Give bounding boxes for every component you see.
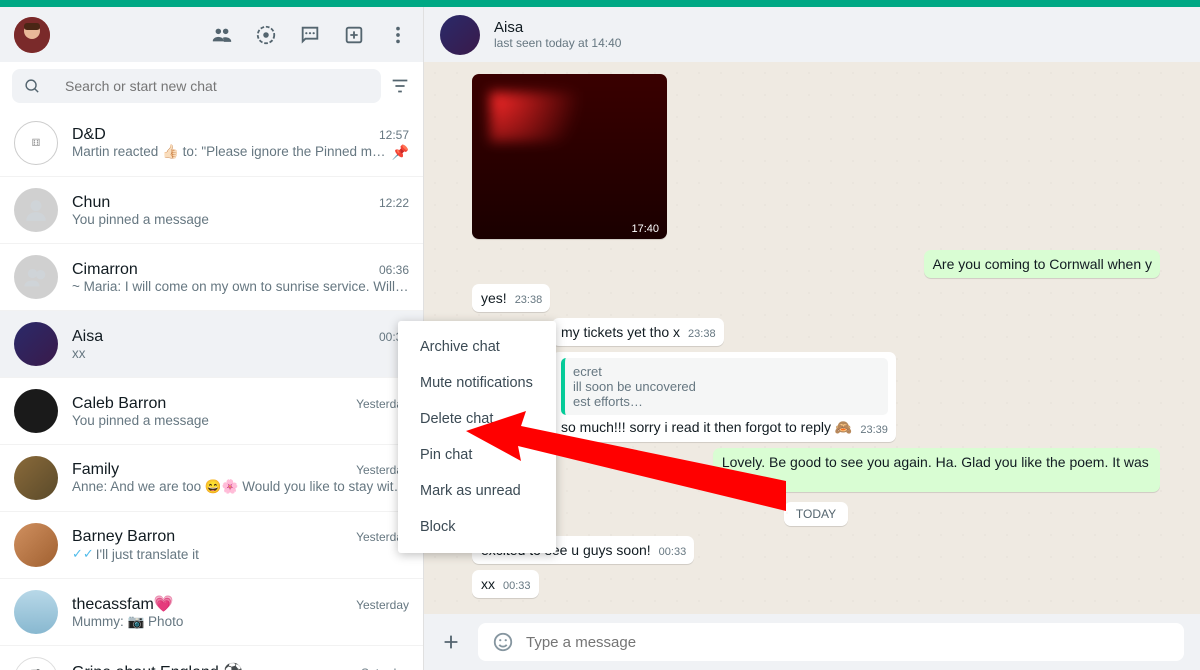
menu-icon[interactable] [387,24,409,46]
ctx-pin[interactable]: Pin chat [398,437,556,473]
my-avatar[interactable] [14,17,50,53]
chat-row-cassfam[interactable]: thecassfam💗 Yesterday Mummy: 📷 Photo [0,579,423,646]
search-row [0,62,423,110]
chat-list: ⚅ D&D 12:57 Martin reacted 👍🏻 to: "Please… [0,110,423,670]
chat-row-caleb[interactable]: Caleb BarronYesterday You pinned a messa… [0,378,423,445]
avatar-icon [14,523,58,567]
message-in-quote[interactable]: ecret ill soon be uncovered est efforts…… [552,352,896,442]
chat-row-family[interactable]: FamilyYesterday Anne: And we are too 😄🌸 … [0,445,423,512]
message-in[interactable]: my tickets yet tho x 23:38 [552,318,724,346]
chat-name: Aisa [72,328,103,346]
message-timestamp: 00:33 [503,580,531,592]
chat-time: Yesterday [356,598,409,612]
search-icon [24,78,41,95]
chat-row-aisa[interactable]: Aisa00:33 xx [0,311,423,378]
quote-block: ecret ill soon be uncovered est efforts… [561,358,888,415]
message-timestamp: 23:39 [860,424,888,436]
chat-snippet: You pinned a message [72,413,409,428]
chat-row-dnd[interactable]: ⚅ D&D 12:57 Martin reacted 👍🏻 to: "Please… [0,110,423,177]
chat-name: Family [72,461,119,479]
message-in[interactable]: yes! 23:38 [472,284,550,312]
avatar-icon [14,255,58,299]
quote-line: ill soon be uncovered [573,379,880,394]
chat-time: Saturday [361,666,409,670]
chat-name: Barney Barron [72,528,175,546]
chat-snippet: You pinned a message [72,212,409,227]
avatar-icon: ⚅ [14,121,58,165]
message-text: yes! [481,290,507,306]
chat-snippet: Mummy: 📷 Photo [72,614,409,630]
quote-line: est efforts… [573,394,880,409]
message-input[interactable] [526,634,1170,651]
contact-name: Aisa [494,19,621,36]
message-timestamp: 00:33 [659,546,687,558]
message-text: Are you coming to Cornwall when y [933,256,1152,272]
status-icon[interactable] [255,24,277,46]
message-in[interactable]: xx 00:33 [472,570,539,598]
input-bar [424,614,1200,670]
chat-time: 12:57 [379,128,409,142]
new-group-icon[interactable] [343,24,365,46]
context-menu: Archive chat Mute notifications Delete c… [398,321,556,553]
message-text: xx [481,576,495,592]
avatar-icon: ⚽ [14,657,58,670]
message-out[interactable]: Lovely. Be good to see you again. Ha. Gl… [713,448,1160,492]
message-text: so much!!! sorry i read it then forgot t… [561,419,852,435]
attach-icon[interactable] [440,631,462,653]
message-timestamp: 23:38 [515,294,543,306]
ctx-block[interactable]: Block [398,509,556,545]
message-text: Lovely. Be good to see you again. Ha. Gl… [722,454,1149,486]
chat-snippet: ~ Maria: I will come on my own to sunris… [72,279,409,294]
chat-header[interactable]: Aisa last seen today at 14:40 [424,7,1200,62]
image-message[interactable]: 17:40 ➦ [472,74,667,239]
chat-row-gripe[interactable]: ⚽ Gripe about England ⚽Saturday Phil: Be… [0,646,423,670]
pin-icon: 📌 [392,144,409,161]
face-avatar-icon [14,17,50,53]
avatar-icon [14,456,58,500]
communities-icon[interactable] [211,24,233,46]
ctx-delete[interactable]: Delete chat [398,401,556,437]
emoji-icon[interactable] [492,631,514,653]
chat-snippet: I'll just translate it [96,547,409,562]
chat-snippet: Martin reacted 👍🏻 to: "Please ignore the… [72,144,386,160]
chat-snippet: xx [72,346,409,361]
chat-time: 06:36 [379,263,409,277]
chat-time: 12:22 [379,196,409,210]
sidebar-header [0,7,423,62]
ctx-mute[interactable]: Mute notifications [398,365,556,401]
chat-name: Gripe about England ⚽ [72,662,243,670]
ctx-archive[interactable]: Archive chat [398,329,556,365]
chat-row-chun[interactable]: Chun 12:22 You pinned a message [0,177,423,244]
chat-name: Chun [72,194,110,212]
filter-icon[interactable] [389,75,411,97]
chat-name: Cimarron [72,261,138,279]
avatar-icon [14,188,58,232]
message-text: my tickets yet tho x [561,324,680,340]
chat-name: Caleb Barron [72,395,166,413]
quote-line: ecret [573,364,880,379]
media-timestamp: 17:40 [631,223,659,235]
message-input-box[interactable] [478,623,1184,661]
sidebar: ⚅ D&D 12:57 Martin reacted 👍🏻 to: "Please… [0,7,424,670]
message-out[interactable]: Are you coming to Cornwall when y [924,250,1160,278]
new-chat-icon[interactable] [299,24,321,46]
chat-name: thecassfam💗 [72,594,174,614]
search-input[interactable] [65,78,369,94]
chat-snippet: Anne: And we are too 😄🌸 Would you like t… [72,479,409,495]
avatar-icon [14,590,58,634]
read-checks-icon: ✓✓ [72,546,94,562]
contact-status: last seen today at 14:40 [494,36,621,50]
message-timestamp: 23:38 [688,328,716,340]
ctx-unread[interactable]: Mark as unread [398,473,556,509]
chat-name: D&D [72,126,106,144]
contact-avatar[interactable] [440,15,480,55]
chat-row-cimarron[interactable]: Cimarron 06:36 ~ Maria: I will come on my… [0,244,423,311]
avatar-icon [14,389,58,433]
avatar-icon [14,322,58,366]
chat-row-barney[interactable]: Barney BarronYesterday ✓✓I'll just trans… [0,512,423,579]
search-box[interactable] [12,69,381,103]
